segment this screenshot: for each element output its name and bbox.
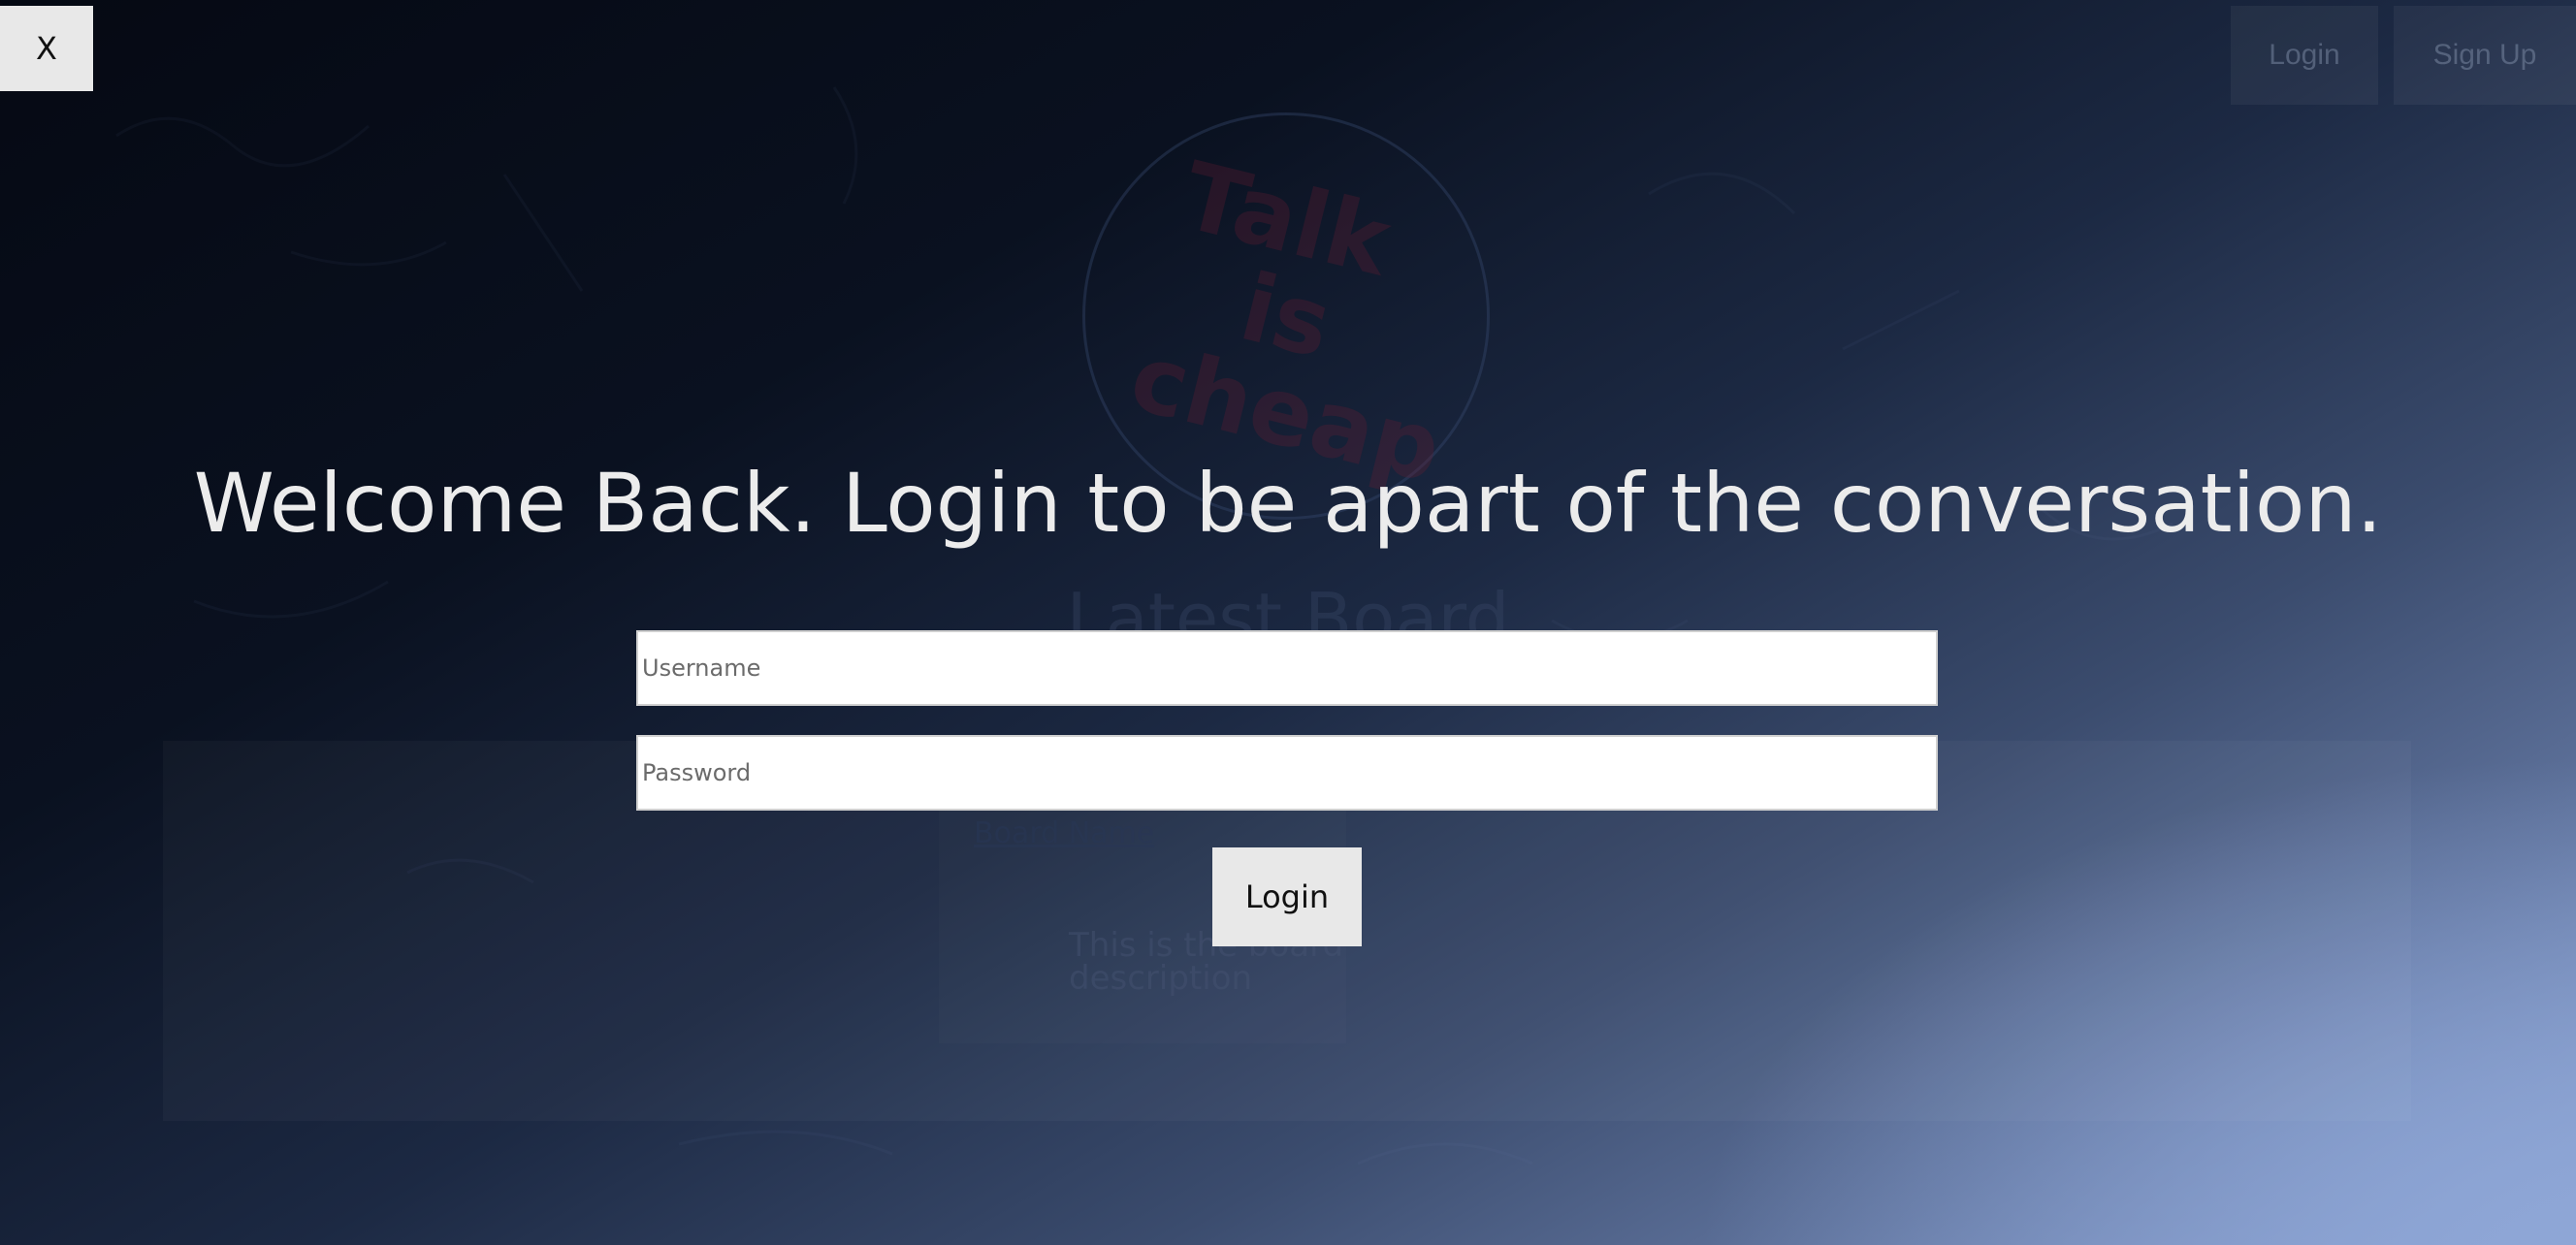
login-modal: X Welcome Back. Login to be apart of the… [0,0,2576,1245]
username-field[interactable] [636,630,1938,706]
close-button[interactable]: X [0,6,93,91]
login-submit-button[interactable]: Login [1212,847,1362,946]
modal-heading: Welcome Back. Login to be apart of the c… [193,456,2383,551]
password-field[interactable] [636,735,1938,811]
